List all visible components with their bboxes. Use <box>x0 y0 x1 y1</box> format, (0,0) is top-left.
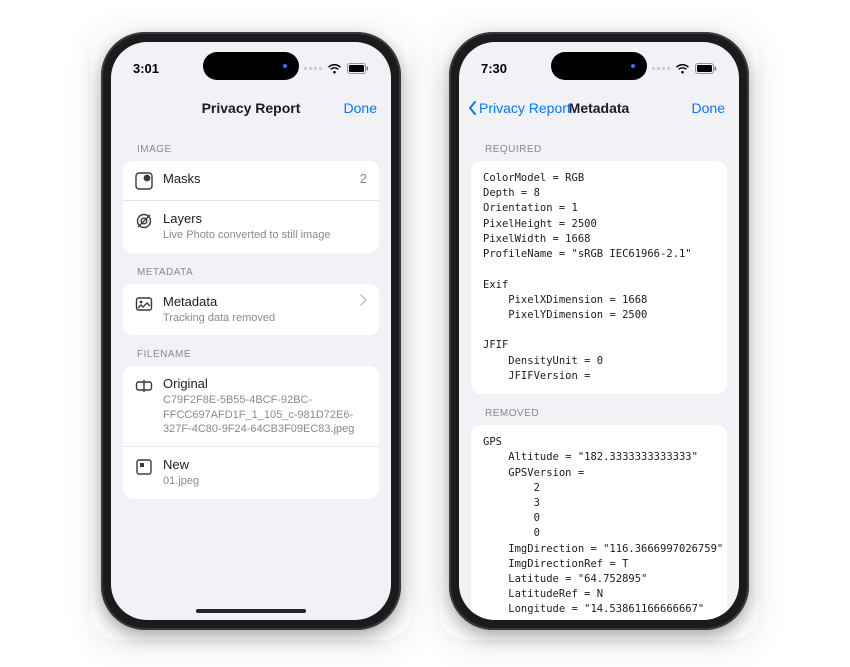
nav-bar: Privacy Report Metadata Done <box>459 88 739 128</box>
content-left: IMAGE Masks 2 Layers Live Photo converte… <box>111 128 391 509</box>
nav-bar: Privacy Report Done <box>111 88 391 128</box>
row-sub: 01.jpeg <box>163 474 367 488</box>
signal-dots-icon <box>652 67 670 70</box>
done-button[interactable]: Done <box>692 100 725 116</box>
dynamic-island <box>551 52 647 80</box>
section-label-image: IMAGE <box>123 130 379 161</box>
rename-icon <box>135 377 153 395</box>
row-layers[interactable]: Layers Live Photo converted to still ima… <box>123 200 379 253</box>
wifi-icon <box>675 63 690 74</box>
required-metadata-box: ColorModel = RGB Depth = 8 Orientation =… <box>471 161 727 394</box>
group-image: Masks 2 Layers Live Photo converted to s… <box>123 161 379 253</box>
section-label-removed: REMOVED <box>471 394 727 425</box>
battery-icon <box>695 63 717 74</box>
wifi-icon <box>327 63 342 74</box>
group-filename: Original C79F2F8E-5B55-4BCF-92BC-FFCC697… <box>123 366 379 499</box>
phone-left: 3:01 Privacy Report Done IMAGE <box>101 32 401 630</box>
row-title: Metadata <box>163 294 343 310</box>
status-time: 7:30 <box>481 61 507 76</box>
section-label-filename: FILENAME <box>123 335 379 366</box>
screen-right: 7:30 Privacy Report Metadata Done REQUIR… <box>459 42 739 620</box>
removed-metadata-text: GPS Altitude = "182.3333333333333" GPSVe… <box>483 435 715 620</box>
nav-title: Privacy Report <box>202 100 301 116</box>
row-title: Original <box>163 376 367 392</box>
chevron-left-icon <box>467 100 477 116</box>
masks-count: 2 <box>360 171 367 186</box>
row-new[interactable]: New 01.jpeg <box>123 446 379 499</box>
row-title: New <box>163 457 367 473</box>
row-masks[interactable]: Masks 2 <box>123 161 379 200</box>
dynamic-island <box>203 52 299 80</box>
battery-icon <box>347 63 369 74</box>
status-time: 3:01 <box>133 61 159 76</box>
phone-right: 7:30 Privacy Report Metadata Done REQUIR… <box>449 32 749 630</box>
group-metadata: Metadata Tracking data removed <box>123 284 379 336</box>
back-label: Privacy Report <box>479 100 571 116</box>
row-original[interactable]: Original C79F2F8E-5B55-4BCF-92BC-FFCC697… <box>123 366 379 446</box>
device-frame-left: 3:01 Privacy Report Done IMAGE <box>91 22 411 640</box>
row-metadata[interactable]: Metadata Tracking data removed <box>123 284 379 336</box>
chevron-right-icon <box>359 294 367 306</box>
required-metadata-text: ColorModel = RGB Depth = 8 Orientation =… <box>483 171 715 384</box>
mask-icon <box>135 172 153 190</box>
section-label-metadata: METADATA <box>123 253 379 284</box>
layers-off-icon <box>135 212 153 230</box>
back-button[interactable]: Privacy Report <box>467 100 571 116</box>
device-frame-right: 7:30 Privacy Report Metadata Done REQUIR… <box>439 22 759 640</box>
row-sub: Live Photo converted to still image <box>163 228 367 242</box>
photo-icon <box>135 295 153 313</box>
removed-metadata-box: GPS Altitude = "182.3333333333333" GPSVe… <box>471 425 727 620</box>
row-sub: Tracking data removed <box>163 311 343 325</box>
done-button[interactable]: Done <box>344 100 377 116</box>
row-title: Layers <box>163 211 367 227</box>
content-right: REQUIRED ColorModel = RGB Depth = 8 Orie… <box>459 128 739 620</box>
screen-left: 3:01 Privacy Report Done IMAGE <box>111 42 391 620</box>
section-label-required: REQUIRED <box>471 130 727 161</box>
nav-title: Metadata <box>569 100 630 116</box>
row-title: Masks <box>163 171 350 187</box>
signal-dots-icon <box>304 67 322 70</box>
home-indicator[interactable] <box>196 609 306 613</box>
file-icon <box>135 458 153 476</box>
row-sub: C79F2F8E-5B55-4BCF-92BC-FFCC697AFD1F_1_1… <box>163 393 367 436</box>
